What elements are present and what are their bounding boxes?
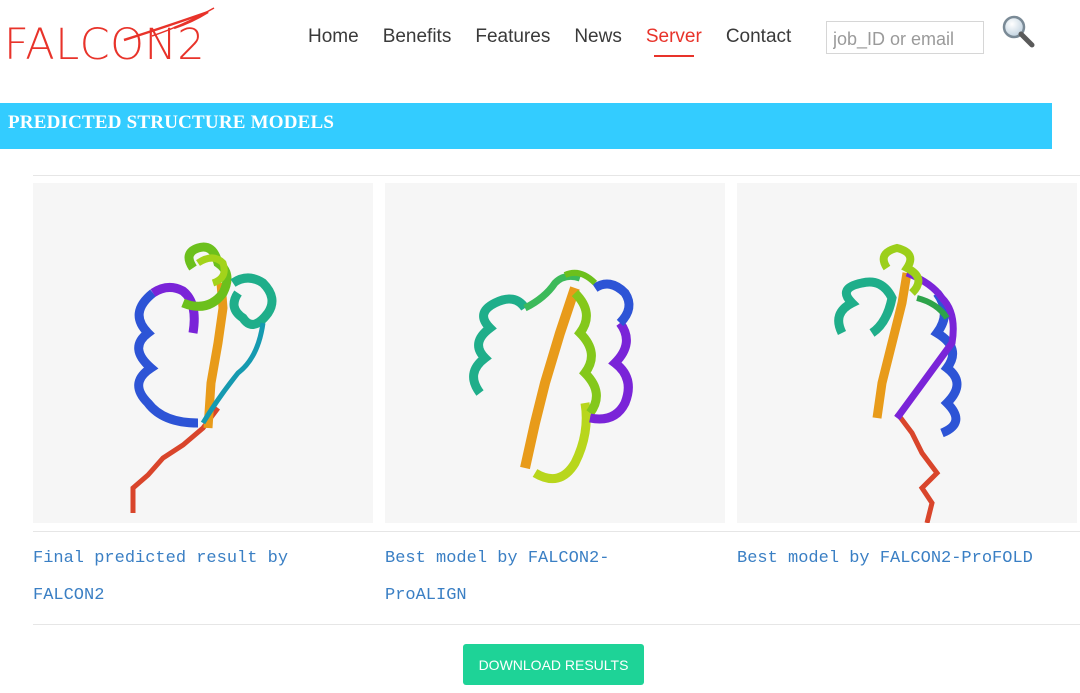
job-search-input[interactable] [826, 21, 984, 54]
model-caption-proalign: Best model by FALCON2-ProALIGN [385, 549, 610, 605]
section-title: PREDICTED STRUCTURE MODELS [8, 112, 335, 133]
falcon2-logo[interactable]: FALCON2 [4, 6, 234, 76]
nav-benefits[interactable]: Benefits [383, 26, 452, 48]
model-caption-profold: Best model by FALCON2-ProFOLD [737, 549, 1033, 568]
nav-server[interactable]: Server [646, 26, 702, 57]
protein-ribbon-structure [834, 243, 962, 524]
main-nav: Home Benefits Features News Server Conta… [308, 26, 815, 57]
magnifier-icon [1002, 15, 1035, 48]
logo-text: FALCON2 [4, 20, 206, 70]
nav-contact[interactable]: Contact [726, 26, 791, 48]
nav-home[interactable]: Home [308, 26, 359, 48]
protein-ribbon-structure [469, 269, 634, 484]
download-results-button[interactable]: DOWNLOAD RESULTS [463, 644, 644, 685]
nav-features[interactable]: Features [475, 26, 550, 48]
search-button[interactable] [1001, 14, 1035, 53]
model-caption-final: Final predicted result by FALCON2 [33, 549, 289, 605]
section-banner: PREDICTED STRUCTURE MODELS [0, 103, 1052, 149]
nav-news[interactable]: News [574, 26, 622, 48]
protein-ribbon-structure [130, 242, 277, 513]
divider [33, 624, 1080, 625]
divider [33, 531, 1080, 532]
divider [33, 175, 1080, 176]
model-image-final[interactable] [33, 183, 373, 523]
model-image-profold[interactable] [737, 183, 1077, 524]
model-image-proalign[interactable] [385, 183, 725, 523]
